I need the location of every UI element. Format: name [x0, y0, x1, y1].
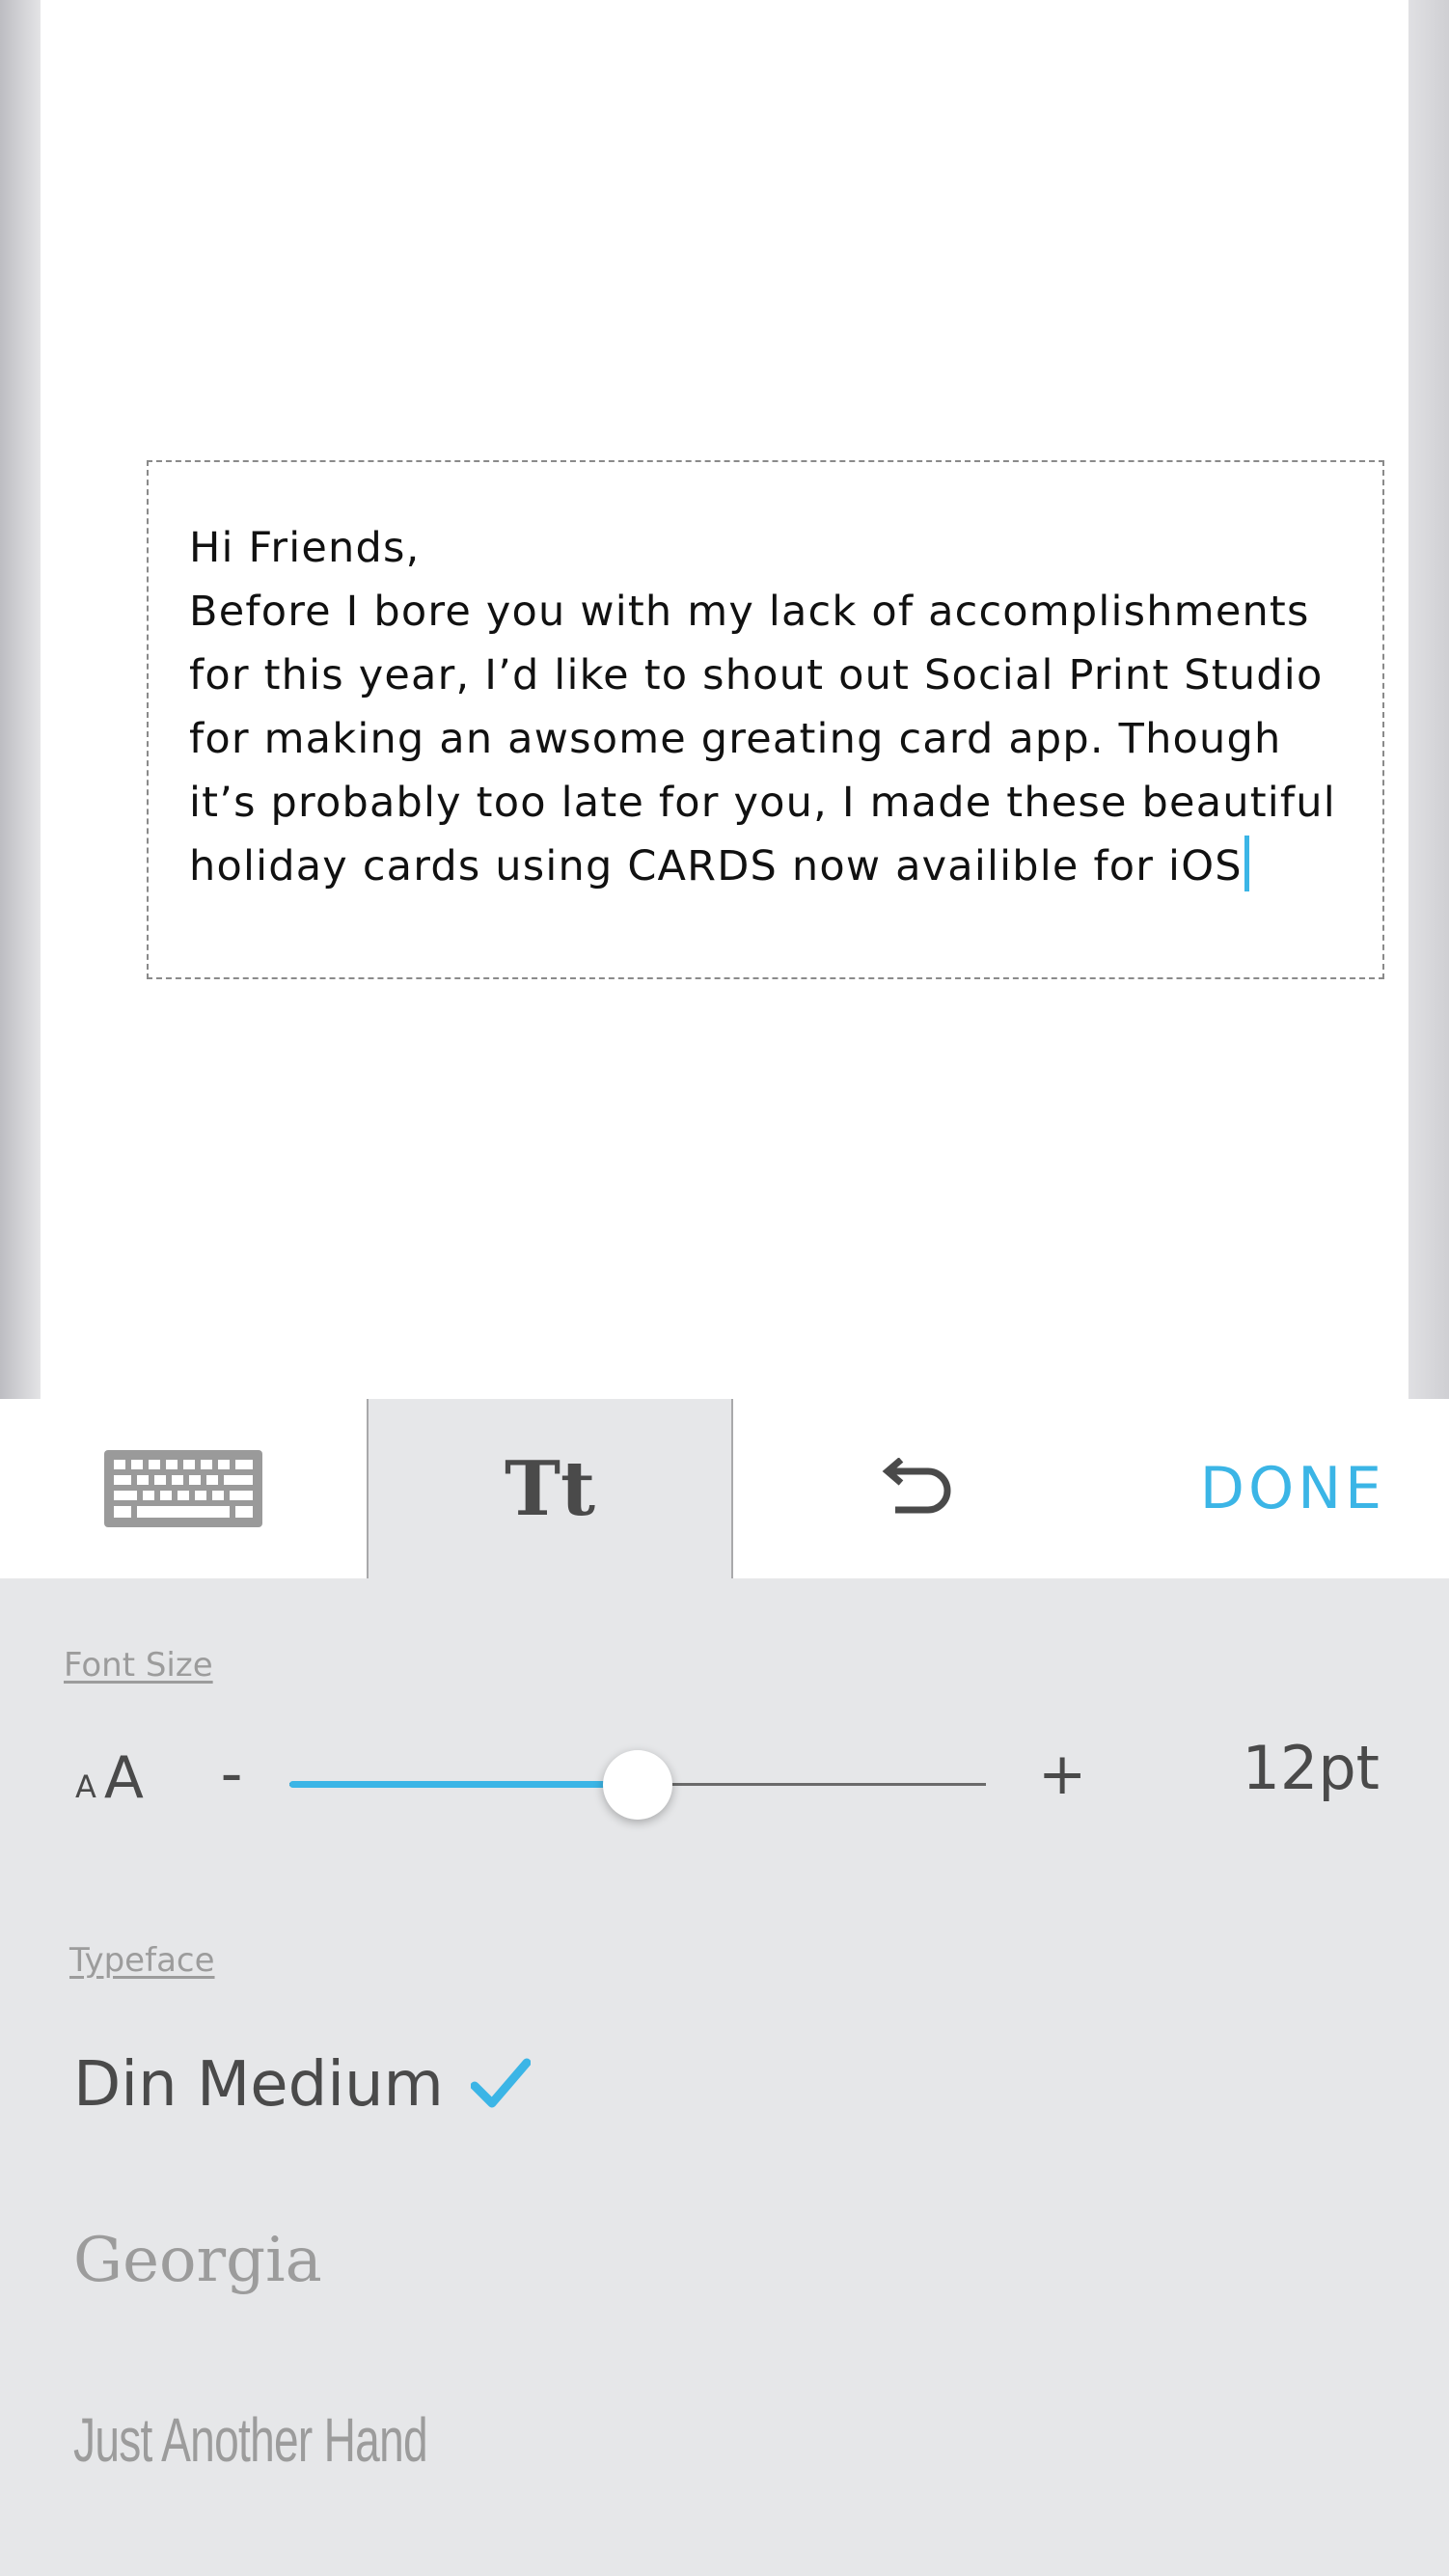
increase-size-button[interactable]: + — [1038, 1740, 1086, 1808]
font-size-slider[interactable] — [289, 1746, 986, 1823]
slider-fill — [289, 1781, 638, 1788]
font-size-label: Font Size — [64, 1646, 213, 1685]
undo-icon — [882, 1458, 951, 1514]
decrease-size-button[interactable]: - — [212, 1739, 251, 1810]
typeface-option-din-medium[interactable]: Din Medium — [73, 2049, 444, 2121]
message-line: it’s probably too late for you, I made t… — [189, 779, 1336, 827]
message-line: Hi Friends, — [189, 524, 421, 572]
font-size-value: 12pt — [1242, 1733, 1380, 1803]
text-settings-panel: Font Size AA - + 12pt Typeface Din Mediu… — [0, 1578, 1449, 2576]
checkmark-icon — [471, 2058, 531, 2108]
text-size-icon: AA — [75, 1744, 144, 1812]
message-text-box[interactable]: Hi Friends, Before I bore you with my la… — [147, 460, 1384, 979]
text-style-label: Tt — [504, 1444, 596, 1533]
text-style-button[interactable]: Tt — [367, 1399, 733, 1578]
message-line: for this year, I’d like to shout out Soc… — [189, 651, 1324, 699]
card-canvas-area: Hi Friends, Before I bore you with my la… — [0, 0, 1449, 1399]
undo-button[interactable] — [733, 1399, 1100, 1578]
done-button[interactable]: DONE — [1100, 1399, 1449, 1578]
keyboard-button[interactable] — [0, 1399, 367, 1578]
small-a-glyph: A — [75, 1768, 96, 1805]
text-caret — [1244, 836, 1249, 891]
typeface-label: Typeface — [69, 1941, 215, 1980]
typeface-option-just-another-hand[interactable]: Just Another Hand — [73, 2404, 428, 2476]
big-a-glyph: A — [103, 1744, 144, 1812]
message-line: holiday cards using CARDS now availible … — [189, 842, 1243, 891]
editor-toolbar: Tt DONE — [0, 1399, 1449, 1578]
message-line: Before I bore you with my lack of accomp… — [189, 588, 1310, 636]
message-line: for making an awsome greating card app. … — [189, 715, 1282, 763]
card-page: Hi Friends, Before I bore you with my la… — [41, 0, 1408, 1399]
typeface-option-georgia[interactable]: Georgia — [73, 2225, 322, 2296]
slider-thumb[interactable] — [603, 1750, 672, 1820]
message-text[interactable]: Hi Friends, Before I bore you with my la… — [189, 516, 1356, 898]
keyboard-icon — [104, 1450, 262, 1527]
